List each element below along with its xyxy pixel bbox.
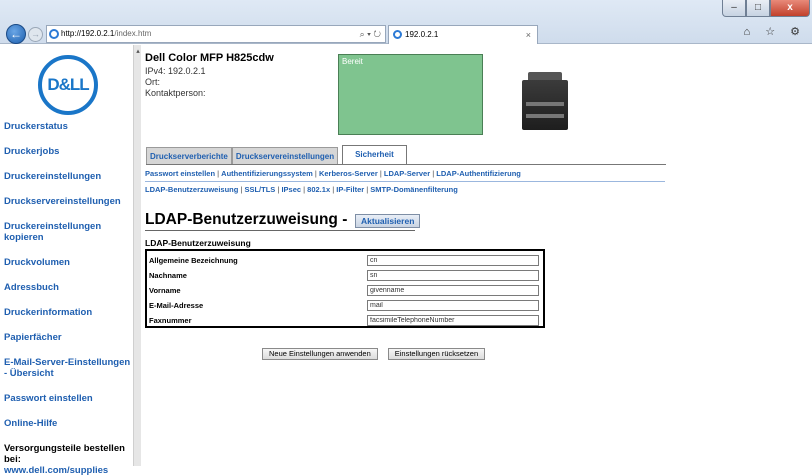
- supplies-info: Versorgungsteile bestellen bei: www.dell.…: [4, 443, 134, 476]
- subnav-link[interactable]: SMTP-Domänenfilterung: [370, 185, 458, 194]
- sidebar-link[interactable]: Druckservereinstellungen: [4, 196, 134, 207]
- refresh-button[interactable]: Aktualisieren: [355, 214, 421, 228]
- status-box: Bereit: [338, 54, 483, 135]
- status-text: Bereit: [342, 57, 363, 66]
- subnav-link[interactable]: 802.1x: [307, 185, 330, 194]
- subnav-link[interactable]: Passwort einstellen: [145, 169, 215, 178]
- tab-title: 192.0.2.1: [405, 30, 439, 39]
- minimize-button[interactable]: –: [722, 0, 746, 17]
- main-content: Dell Color MFP H825cdw IPv4: 192.0.2.1 O…: [142, 45, 812, 466]
- form-actions: Neue Einstellungen anwenden Einstellunge…: [262, 348, 486, 360]
- tab-divider: [146, 164, 666, 165]
- window-controls: – □ x: [722, 0, 810, 18]
- sidebar-link[interactable]: E-Mail-Server-Einstellungen - Übersicht: [4, 357, 134, 379]
- field-label: Nachname: [149, 271, 187, 280]
- field-input[interactable]: [367, 300, 539, 311]
- subnav-link[interactable]: LDAP-Authentifizierung: [436, 169, 521, 178]
- field-label: E-Mail-Adresse: [149, 301, 204, 310]
- subnav-link[interactable]: SSL/TLS: [244, 185, 275, 194]
- tab-druckservereinstellungen[interactable]: Druckservereinstellungen: [231, 147, 339, 165]
- subnav-link[interactable]: IPsec: [281, 185, 301, 194]
- subnav-link[interactable]: LDAP-Server: [384, 169, 430, 178]
- sidebar-link[interactable]: Adressbuch: [4, 282, 134, 293]
- subnav-link[interactable]: Authentifizierungssystem: [221, 169, 313, 178]
- url-path: /index.htm: [114, 29, 152, 38]
- form-row: Vorname: [149, 284, 543, 298]
- subnav-link[interactable]: Kerberos-Server: [319, 169, 378, 178]
- field-input[interactable]: [367, 285, 539, 296]
- field-label: Allgemeine Bezeichnung: [149, 256, 238, 265]
- sidebar-links: Druckerstatus Druckerjobs Druckereinstellu…: [4, 121, 134, 476]
- subnav-divider: [145, 181, 665, 182]
- field-input[interactable]: [367, 255, 539, 266]
- sidebar-link[interactable]: Druckereinstellungen: [4, 171, 134, 182]
- device-name: Dell Color MFP H825cdw: [145, 52, 274, 64]
- sidebar-link[interactable]: Online-Hilfe: [4, 418, 134, 429]
- browser-chrome: – □ x ← → http://192.0.2.1/index.htm ⌕ ▾…: [0, 0, 812, 44]
- field-label: Vorname: [149, 286, 181, 295]
- form-row: E-Mail-Adresse: [149, 299, 543, 313]
- sidebar: D&LL Druckerstatus Druckerjobs Druckereins…: [0, 45, 133, 476]
- address-bar[interactable]: http://192.0.2.1/index.htm ⌕ ▾ ↻: [46, 25, 386, 43]
- ie-favicon-icon: [49, 29, 59, 39]
- device-ipv4: IPv4: 192.0.2.1: [145, 66, 206, 76]
- sidebar-link[interactable]: Druckerinformation: [4, 307, 134, 318]
- supplies-label: Versorgungsteile bestellen bei:: [4, 443, 125, 465]
- forward-button[interactable]: →: [28, 27, 43, 42]
- subnav-row-1: Passwort einstellen | Authentifizierungs…: [145, 169, 521, 178]
- form-row: Nachname: [149, 269, 543, 283]
- title-underline: [145, 230, 415, 231]
- sidebar-link[interactable]: Druckvolumen: [4, 257, 134, 268]
- tab-favicon-icon: [393, 30, 402, 39]
- browser-tab[interactable]: 192.0.2.1 ×: [388, 25, 538, 44]
- device-info: IPv4: 192.0.2.1 Ort: Kontaktperson:: [145, 66, 206, 99]
- subnav-link[interactable]: IP-Filter: [336, 185, 364, 194]
- printer-image: [522, 72, 570, 130]
- section-title: LDAP-Benutzerzuweisung: [145, 238, 251, 248]
- sidebar-link[interactable]: Passwort einstellen: [4, 393, 134, 404]
- toolbar-icons[interactable]: ⌂ ☆ ⚙: [744, 25, 806, 38]
- ldap-mapping-form: Allgemeine Bezeichnung Nachname Vorname E-M…: [145, 249, 545, 328]
- field-label: Faxnummer: [149, 316, 192, 325]
- sidebar-link[interactable]: Druckerjobs: [4, 146, 134, 157]
- field-input[interactable]: [367, 270, 539, 281]
- tab-druckserverberichte[interactable]: Druckserverberichte: [146, 147, 232, 165]
- form-row: Allgemeine Bezeichnung: [149, 254, 543, 268]
- maximize-button[interactable]: □: [746, 0, 770, 17]
- sidebar-link[interactable]: Druckereinstellungen kopieren: [4, 221, 134, 243]
- device-contact: Kontaktperson:: [145, 88, 206, 98]
- sidebar-link[interactable]: Druckerstatus: [4, 121, 134, 132]
- url-host: http://192.0.2.1: [61, 29, 115, 38]
- form-row: Faxnummer: [149, 314, 543, 328]
- page: D&LL Druckerstatus Druckerjobs Druckereins…: [0, 45, 812, 476]
- tab-close-icon[interactable]: ×: [526, 26, 531, 44]
- address-tools-icon[interactable]: ⌕ ▾ ↻: [360, 26, 381, 42]
- subnav-row-2: LDAP-Benutzerzuweisung | SSL/TLS | IPsec…: [145, 185, 458, 194]
- device-location: Ort:: [145, 77, 160, 87]
- reset-settings-button[interactable]: Einstellungen rücksetzen: [387, 348, 486, 360]
- page-scrollbar[interactable]: ▴: [133, 45, 141, 466]
- settings-tabs: Druckserverberichte Druckservereinstellun…: [146, 145, 407, 165]
- supplies-link[interactable]: www.dell.com/supplies: [4, 465, 134, 476]
- subnav-link[interactable]: LDAP-Benutzerzuweisung: [145, 185, 238, 194]
- close-window-button[interactable]: x: [770, 0, 810, 17]
- tab-sicherheit[interactable]: Sicherheit: [342, 145, 407, 165]
- apply-settings-button[interactable]: Neue Einstellungen anwenden: [262, 348, 378, 360]
- page-title: LDAP-Benutzerzuweisung -: [145, 211, 348, 228]
- dell-logo: D&LL: [38, 55, 98, 115]
- back-button[interactable]: ←: [6, 24, 26, 44]
- scroll-up-icon[interactable]: ▴: [134, 47, 142, 55]
- field-input[interactable]: [367, 315, 539, 326]
- sidebar-link[interactable]: Papierfächer: [4, 332, 134, 343]
